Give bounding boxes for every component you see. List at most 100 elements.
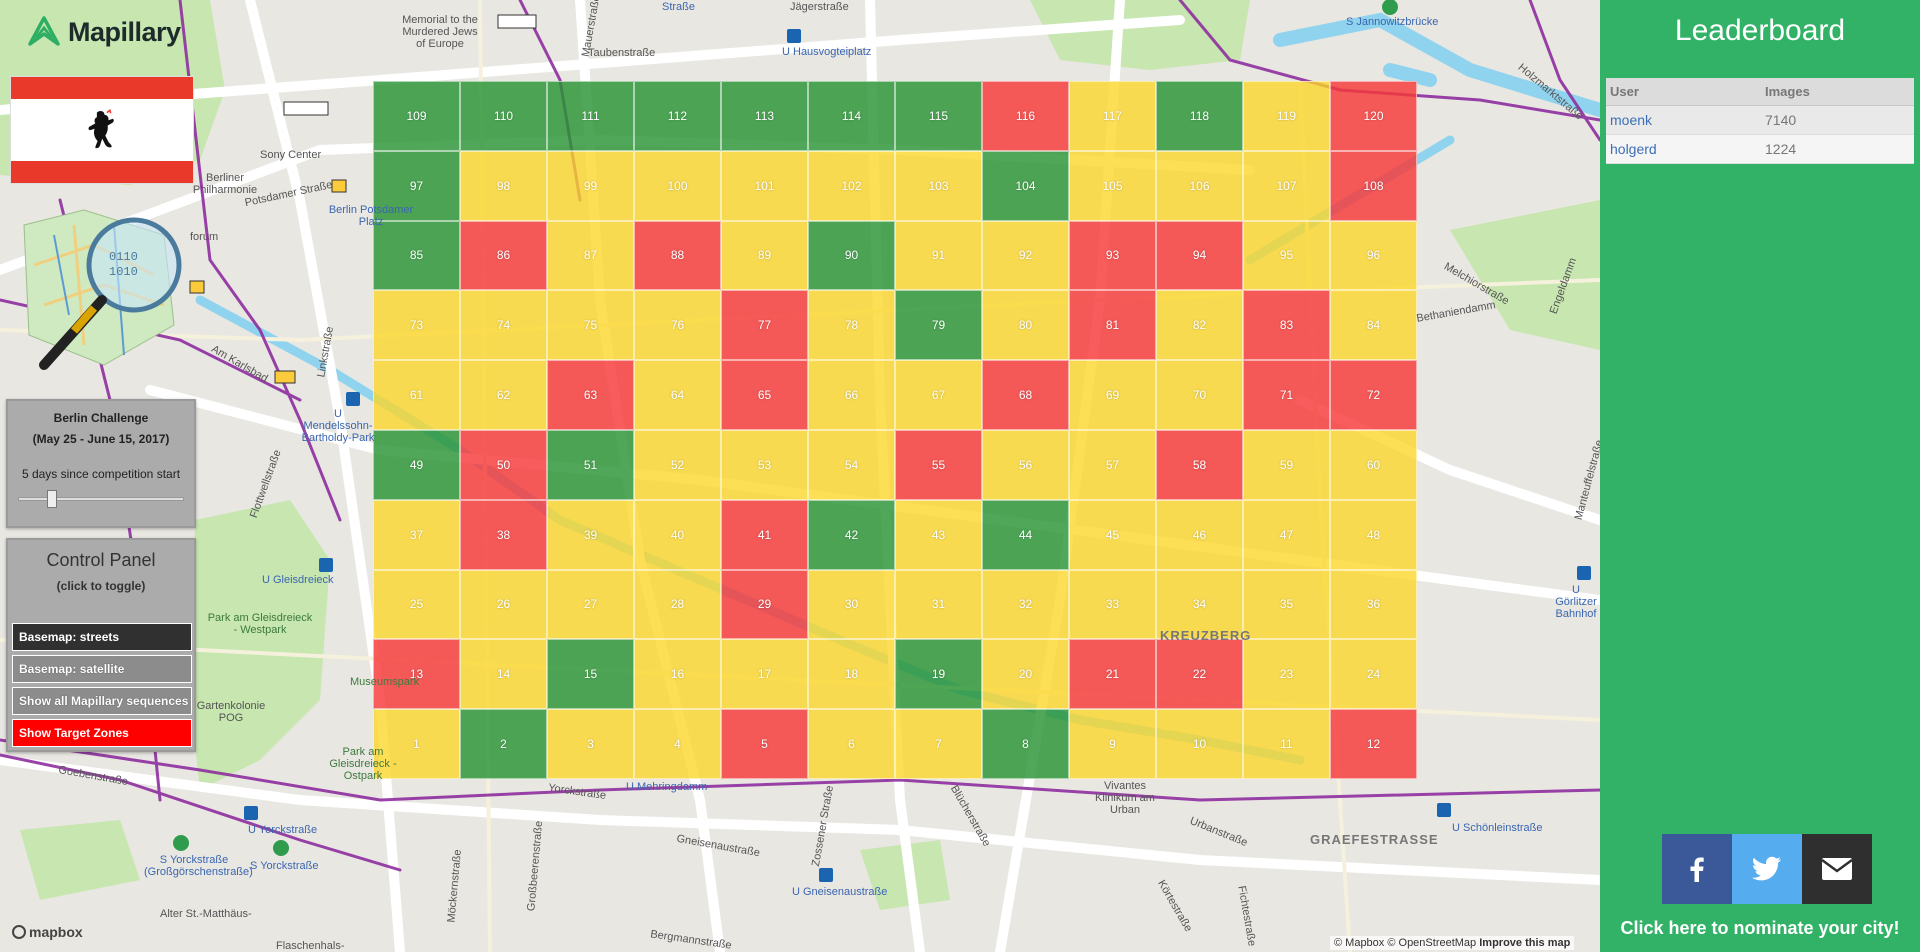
control-panel-title[interactable]: Control Panel — [8, 550, 194, 571]
target-zone-cell[interactable]: 16 — [634, 639, 721, 710]
target-zone-cell[interactable]: 29 — [721, 569, 808, 640]
target-zone-cell[interactable]: 89 — [721, 220, 808, 291]
target-zone-cell[interactable]: 108 — [1330, 150, 1417, 221]
target-zone-cell[interactable]: 8 — [982, 709, 1069, 779]
target-zone-cell[interactable]: 12 — [1330, 709, 1417, 779]
target-zone-cell[interactable]: 106 — [1156, 150, 1243, 221]
target-zone-cell[interactable]: 80 — [982, 290, 1069, 361]
target-zone-cell[interactable]: 51 — [547, 430, 634, 500]
target-zone-cell[interactable]: 59 — [1243, 430, 1330, 500]
target-zone-cell[interactable]: 94 — [1156, 220, 1243, 291]
target-zone-cell[interactable]: 9 — [1069, 709, 1156, 779]
target-zone-cell[interactable]: 112 — [634, 81, 721, 151]
target-zone-cell[interactable]: 96 — [1330, 220, 1417, 291]
target-zone-cell[interactable]: 84 — [1330, 290, 1417, 361]
target-zone-cell[interactable]: 118 — [1156, 81, 1243, 151]
twitter-share-button[interactable] — [1732, 834, 1802, 904]
email-share-button[interactable] — [1802, 834, 1872, 904]
target-zone-cell[interactable]: 27 — [547, 569, 634, 640]
target-zone-cell[interactable]: 95 — [1243, 220, 1330, 291]
target-zone-cell[interactable]: 7 — [895, 709, 982, 779]
target-zone-cell[interactable]: 117 — [1069, 81, 1156, 151]
target-zone-cell[interactable]: 88 — [634, 220, 721, 291]
target-zone-cell[interactable]: 102 — [808, 150, 895, 221]
target-zone-cell[interactable]: 17 — [721, 639, 808, 710]
target-zone-cell[interactable]: 99 — [547, 150, 634, 221]
target-zone-cell[interactable]: 75 — [547, 290, 634, 361]
target-zone-cell[interactable]: 90 — [808, 220, 895, 291]
target-zone-cell[interactable]: 76 — [634, 290, 721, 361]
target-zone-cell[interactable]: 68 — [982, 360, 1069, 430]
target-zone-cell[interactable]: 105 — [1069, 150, 1156, 221]
target-zone-cell[interactable]: 2 — [460, 709, 547, 779]
target-zone-cell[interactable]: 52 — [634, 430, 721, 500]
target-zone-cell[interactable]: 23 — [1243, 639, 1330, 710]
target-zone-cell[interactable]: 87 — [547, 220, 634, 291]
target-zone-cell[interactable]: 24 — [1330, 639, 1417, 710]
control-panel[interactable]: Control Panel (click to toggle) Basemap:… — [6, 538, 196, 752]
target-zone-cell[interactable]: 53 — [721, 430, 808, 500]
target-zone-cell[interactable]: 70 — [1156, 360, 1243, 430]
target-zone-cell[interactable]: 61 — [373, 360, 460, 430]
target-zone-cell[interactable]: 19 — [895, 639, 982, 710]
basemap-streets-button[interactable]: Basemap: streets — [12, 623, 192, 651]
target-zone-cell[interactable]: 10 — [1156, 709, 1243, 779]
target-zone-cell[interactable]: 4 — [634, 709, 721, 779]
target-zone-cell[interactable]: 115 — [895, 81, 982, 151]
target-zone-cell[interactable]: 92 — [982, 220, 1069, 291]
target-zone-cell[interactable]: 103 — [895, 150, 982, 221]
target-zone-cell[interactable]: 49 — [373, 430, 460, 500]
timeline-slider[interactable] — [18, 490, 184, 508]
target-zone-cell[interactable]: 98 — [460, 150, 547, 221]
target-zone-cell[interactable]: 109 — [373, 81, 460, 151]
target-zone-cell[interactable]: 26 — [460, 569, 547, 640]
target-zone-cell[interactable]: 111 — [547, 81, 634, 151]
target-zone-cell[interactable]: 116 — [982, 81, 1069, 151]
target-zone-cell[interactable]: 47 — [1243, 499, 1330, 570]
target-zone-cell[interactable]: 39 — [547, 499, 634, 570]
target-zone-cell[interactable]: 35 — [1243, 569, 1330, 640]
target-zone-cell[interactable]: 71 — [1243, 360, 1330, 430]
target-zone-cell[interactable]: 64 — [634, 360, 721, 430]
nominate-city-link[interactable]: Click here to nominate your city! — [1600, 918, 1920, 939]
target-zone-cell[interactable]: 33 — [1069, 569, 1156, 640]
target-zone-cell[interactable]: 6 — [808, 709, 895, 779]
target-zone-cell[interactable]: 37 — [373, 499, 460, 570]
target-zone-cell[interactable]: 85 — [373, 220, 460, 291]
show-target-zones-button[interactable]: Show Target Zones — [12, 719, 192, 747]
target-zone-cell[interactable]: 101 — [721, 150, 808, 221]
target-zone-cell[interactable]: 42 — [808, 499, 895, 570]
target-zone-cell[interactable]: 119 — [1243, 81, 1330, 151]
target-zone-cell[interactable]: 25 — [373, 569, 460, 640]
target-zone-cell[interactable]: 120 — [1330, 81, 1417, 151]
target-zone-cell[interactable]: 91 — [895, 220, 982, 291]
target-zone-cell[interactable]: 83 — [1243, 290, 1330, 361]
mapbox-logo[interactable]: mapbox — [12, 924, 83, 940]
target-zone-cell[interactable]: 86 — [460, 220, 547, 291]
target-zone-cell[interactable]: 72 — [1330, 360, 1417, 430]
target-zone-cell[interactable]: 21 — [1069, 639, 1156, 710]
target-zone-cell[interactable]: 82 — [1156, 290, 1243, 361]
mapillary-logo[interactable]: Mapillary — [26, 14, 181, 50]
target-zone-cell[interactable]: 110 — [460, 81, 547, 151]
target-zone-cell[interactable]: 67 — [895, 360, 982, 430]
target-zone-cell[interactable]: 73 — [373, 290, 460, 361]
target-zone-cell[interactable]: 74 — [460, 290, 547, 361]
target-zone-cell[interactable]: 58 — [1156, 430, 1243, 500]
target-zone-cell[interactable]: 104 — [982, 150, 1069, 221]
target-zone-cell[interactable]: 78 — [808, 290, 895, 361]
target-zone-cell[interactable]: 56 — [982, 430, 1069, 500]
target-zone-cell[interactable]: 114 — [808, 81, 895, 151]
target-zone-cell[interactable]: 62 — [460, 360, 547, 430]
target-zone-cell[interactable]: 66 — [808, 360, 895, 430]
user-link[interactable]: holgerd — [1610, 141, 1657, 157]
target-zone-cell[interactable]: 38 — [460, 499, 547, 570]
target-zone-cell[interactable]: 13 — [373, 639, 460, 710]
basemap-satellite-button[interactable]: Basemap: satellite — [12, 655, 192, 683]
target-zone-cell[interactable]: 69 — [1069, 360, 1156, 430]
target-zone-cell[interactable]: 93 — [1069, 220, 1156, 291]
target-zone-cell[interactable]: 20 — [982, 639, 1069, 710]
target-zone-cell[interactable]: 28 — [634, 569, 721, 640]
target-zone-cell[interactable]: 81 — [1069, 290, 1156, 361]
target-zone-cell[interactable]: 57 — [1069, 430, 1156, 500]
